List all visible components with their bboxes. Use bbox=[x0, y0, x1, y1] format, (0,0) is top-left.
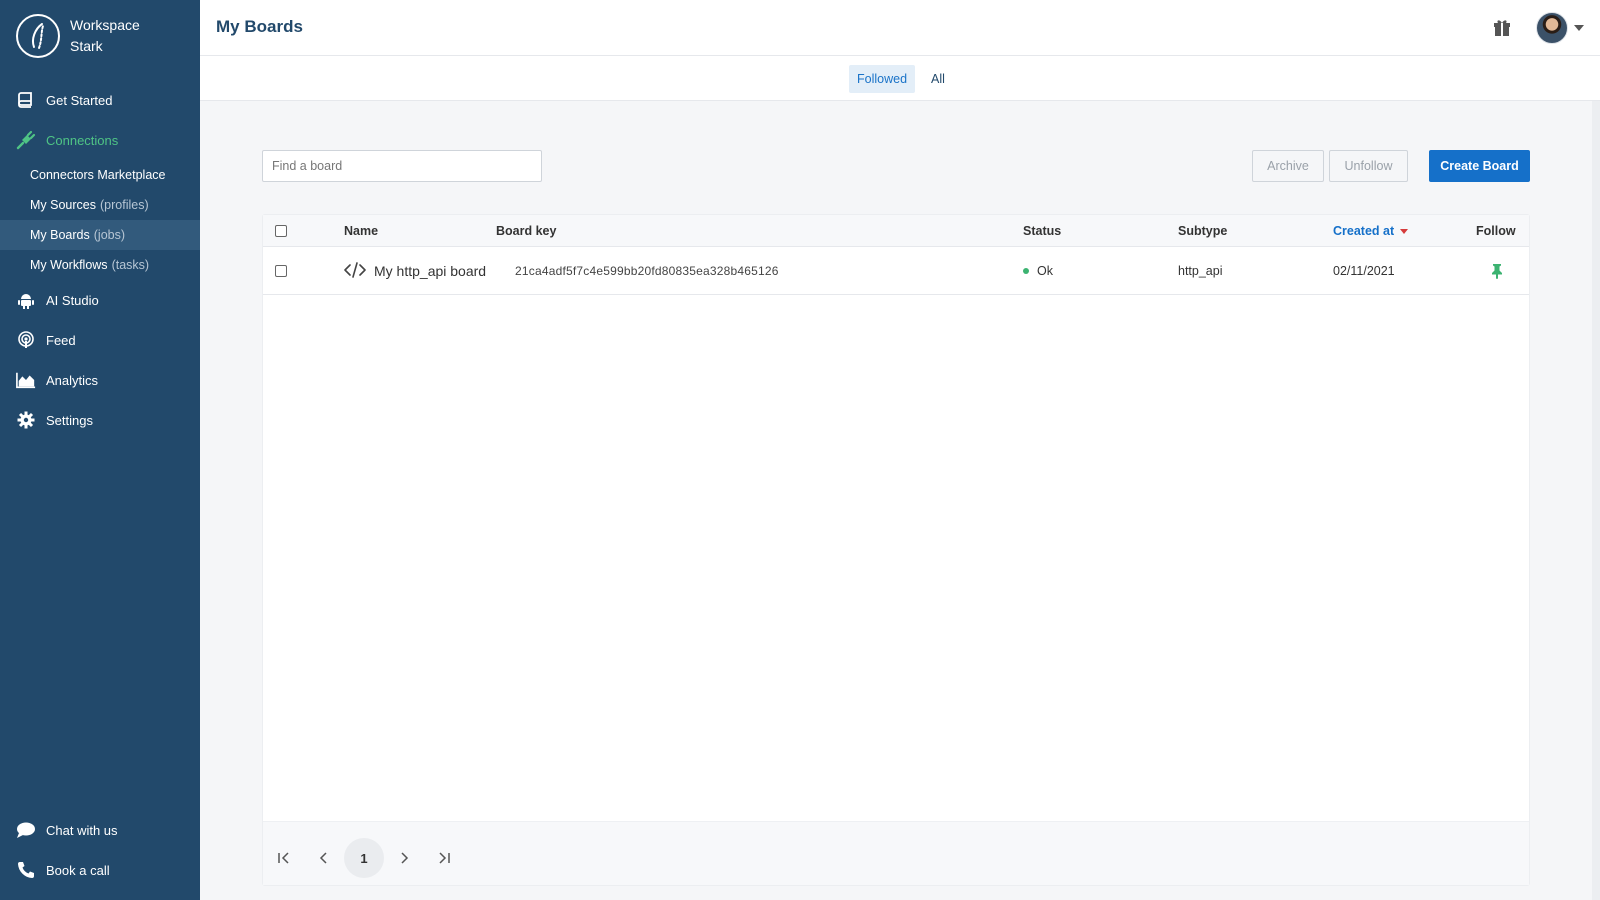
select-all-cell bbox=[275, 215, 287, 247]
tabs-bar: Followed All bbox=[200, 56, 1600, 101]
column-header-name[interactable]: Name bbox=[344, 215, 378, 247]
select-all-checkbox[interactable] bbox=[275, 225, 287, 237]
sidebar-item-label: AI Studio bbox=[46, 292, 99, 308]
page-title: My Boards bbox=[216, 17, 303, 36]
book-icon bbox=[16, 90, 36, 110]
gift-icon[interactable] bbox=[1492, 18, 1512, 38]
android-icon bbox=[16, 290, 36, 310]
sidebar-item-label: Analytics bbox=[46, 372, 99, 388]
sidebar-item-analytics[interactable]: Analytics bbox=[0, 360, 200, 400]
book-call-label: Book a call bbox=[46, 862, 110, 878]
sidebar-bottom-nav: Chat with us Book a call bbox=[0, 810, 200, 890]
sidebar-item-label: Get Started bbox=[46, 92, 113, 108]
top-header: My Boards bbox=[200, 0, 1600, 56]
sidebar-item-ai-studio[interactable]: AI Studio bbox=[0, 280, 200, 320]
chat-with-us-link[interactable]: Chat with us bbox=[0, 810, 200, 850]
sidebar-item-get-started[interactable]: Get Started bbox=[0, 80, 200, 120]
status-text: Ok bbox=[1037, 264, 1053, 278]
board-key: 21ca4adf5f7c4e599bb20fd80835ea328b465126 bbox=[515, 264, 779, 278]
sidebar-subitem-label: My Sources bbox=[30, 198, 96, 212]
sidebar-item-settings[interactable]: Settings bbox=[0, 400, 200, 440]
previous-page-icon[interactable] bbox=[304, 838, 344, 878]
column-header-board-key[interactable]: Board key bbox=[496, 215, 556, 247]
next-page-icon[interactable] bbox=[384, 838, 424, 878]
phone-icon bbox=[16, 860, 36, 880]
row-checkbox[interactable] bbox=[275, 265, 287, 277]
sidebar-item-label: Connections bbox=[46, 132, 119, 148]
sidebar-nav: Get Started Connections Connectors Marke… bbox=[0, 80, 200, 440]
pagination: 1 bbox=[263, 821, 1529, 885]
chat-label: Chat with us bbox=[46, 822, 118, 838]
board-name-cell[interactable]: My http_api board bbox=[344, 247, 486, 295]
sidebar-subitem-label: My Boards bbox=[30, 228, 90, 242]
column-header-status[interactable]: Status bbox=[1023, 215, 1061, 247]
workspace-label: Workspace bbox=[70, 17, 140, 33]
pin-icon[interactable] bbox=[1491, 247, 1503, 295]
sidebar-item-feed[interactable]: Feed bbox=[0, 320, 200, 360]
table-header: Name Board key Status Subtype Created at… bbox=[263, 215, 1529, 247]
chevron-down-icon[interactable] bbox=[1574, 25, 1584, 31]
code-icon bbox=[344, 261, 366, 281]
workspace-switcher[interactable]: Workspace Stark bbox=[16, 14, 140, 58]
sidebar-subitem-hint: (tasks) bbox=[111, 258, 150, 272]
sidebar: Workspace Stark Get Started Connections … bbox=[0, 0, 200, 900]
sidebar-subitem-connectors-marketplace[interactable]: Connectors Marketplace bbox=[0, 160, 200, 190]
area-chart-icon bbox=[16, 370, 36, 390]
subtype: http_api bbox=[1178, 264, 1223, 278]
sidebar-subitem-label: My Workflows bbox=[30, 258, 108, 272]
first-page-icon[interactable] bbox=[264, 838, 304, 878]
tab-followed[interactable]: Followed bbox=[849, 65, 916, 93]
created-at: 02/11/2021 bbox=[1333, 264, 1395, 278]
column-header-created-at[interactable]: Created at bbox=[1333, 215, 1409, 247]
status-cell: Ok bbox=[1023, 247, 1053, 295]
table-row[interactable]: My http_api board 21ca4adf5f7c4e599bb20f… bbox=[263, 247, 1529, 295]
board-filter-tabs: Followed All bbox=[849, 65, 961, 93]
sidebar-item-label: Settings bbox=[46, 412, 93, 428]
avatar[interactable] bbox=[1536, 12, 1568, 44]
tab-all[interactable]: All bbox=[923, 65, 953, 93]
workspace-name: Stark bbox=[70, 38, 103, 54]
archive-button[interactable]: Archive bbox=[1252, 150, 1324, 182]
unfollow-button[interactable]: Unfollow bbox=[1329, 150, 1408, 182]
workspace-logo bbox=[16, 14, 60, 58]
book-a-call-link[interactable]: Book a call bbox=[0, 850, 200, 890]
chat-icon bbox=[16, 820, 36, 840]
last-page-icon[interactable] bbox=[424, 838, 464, 878]
board-name: My http_api board bbox=[374, 263, 487, 279]
page-number-current[interactable]: 1 bbox=[344, 838, 384, 878]
sidebar-subitem-my-sources[interactable]: My Sources (profiles) bbox=[0, 190, 200, 220]
sidebar-subitem-hint: (profiles) bbox=[100, 198, 149, 212]
page-scrollbar[interactable] bbox=[1592, 101, 1600, 900]
sort-desc-icon bbox=[1400, 228, 1409, 234]
sidebar-subitem-my-boards[interactable]: My Boards (jobs) bbox=[0, 220, 200, 250]
gear-icon bbox=[16, 410, 36, 430]
plug-icon bbox=[16, 130, 36, 150]
row-select-cell bbox=[275, 247, 287, 295]
sidebar-item-label: Feed bbox=[46, 332, 76, 348]
podcast-icon bbox=[16, 330, 36, 350]
column-header-follow[interactable]: Follow bbox=[1476, 215, 1516, 247]
sidebar-subitem-label: Connectors Marketplace bbox=[30, 168, 166, 182]
status-dot-icon bbox=[1023, 268, 1029, 274]
board-search-input[interactable] bbox=[262, 150, 542, 182]
column-header-label: Created at bbox=[1333, 224, 1395, 238]
column-header-subtype[interactable]: Subtype bbox=[1178, 215, 1227, 247]
sidebar-item-connections[interactable]: Connections bbox=[0, 120, 200, 160]
sidebar-subitem-hint: (jobs) bbox=[93, 228, 126, 242]
boards-table: Name Board key Status Subtype Created at… bbox=[262, 214, 1530, 886]
sidebar-subitem-my-workflows[interactable]: My Workflows (tasks) bbox=[0, 250, 200, 280]
create-board-button[interactable]: Create Board bbox=[1429, 150, 1530, 182]
